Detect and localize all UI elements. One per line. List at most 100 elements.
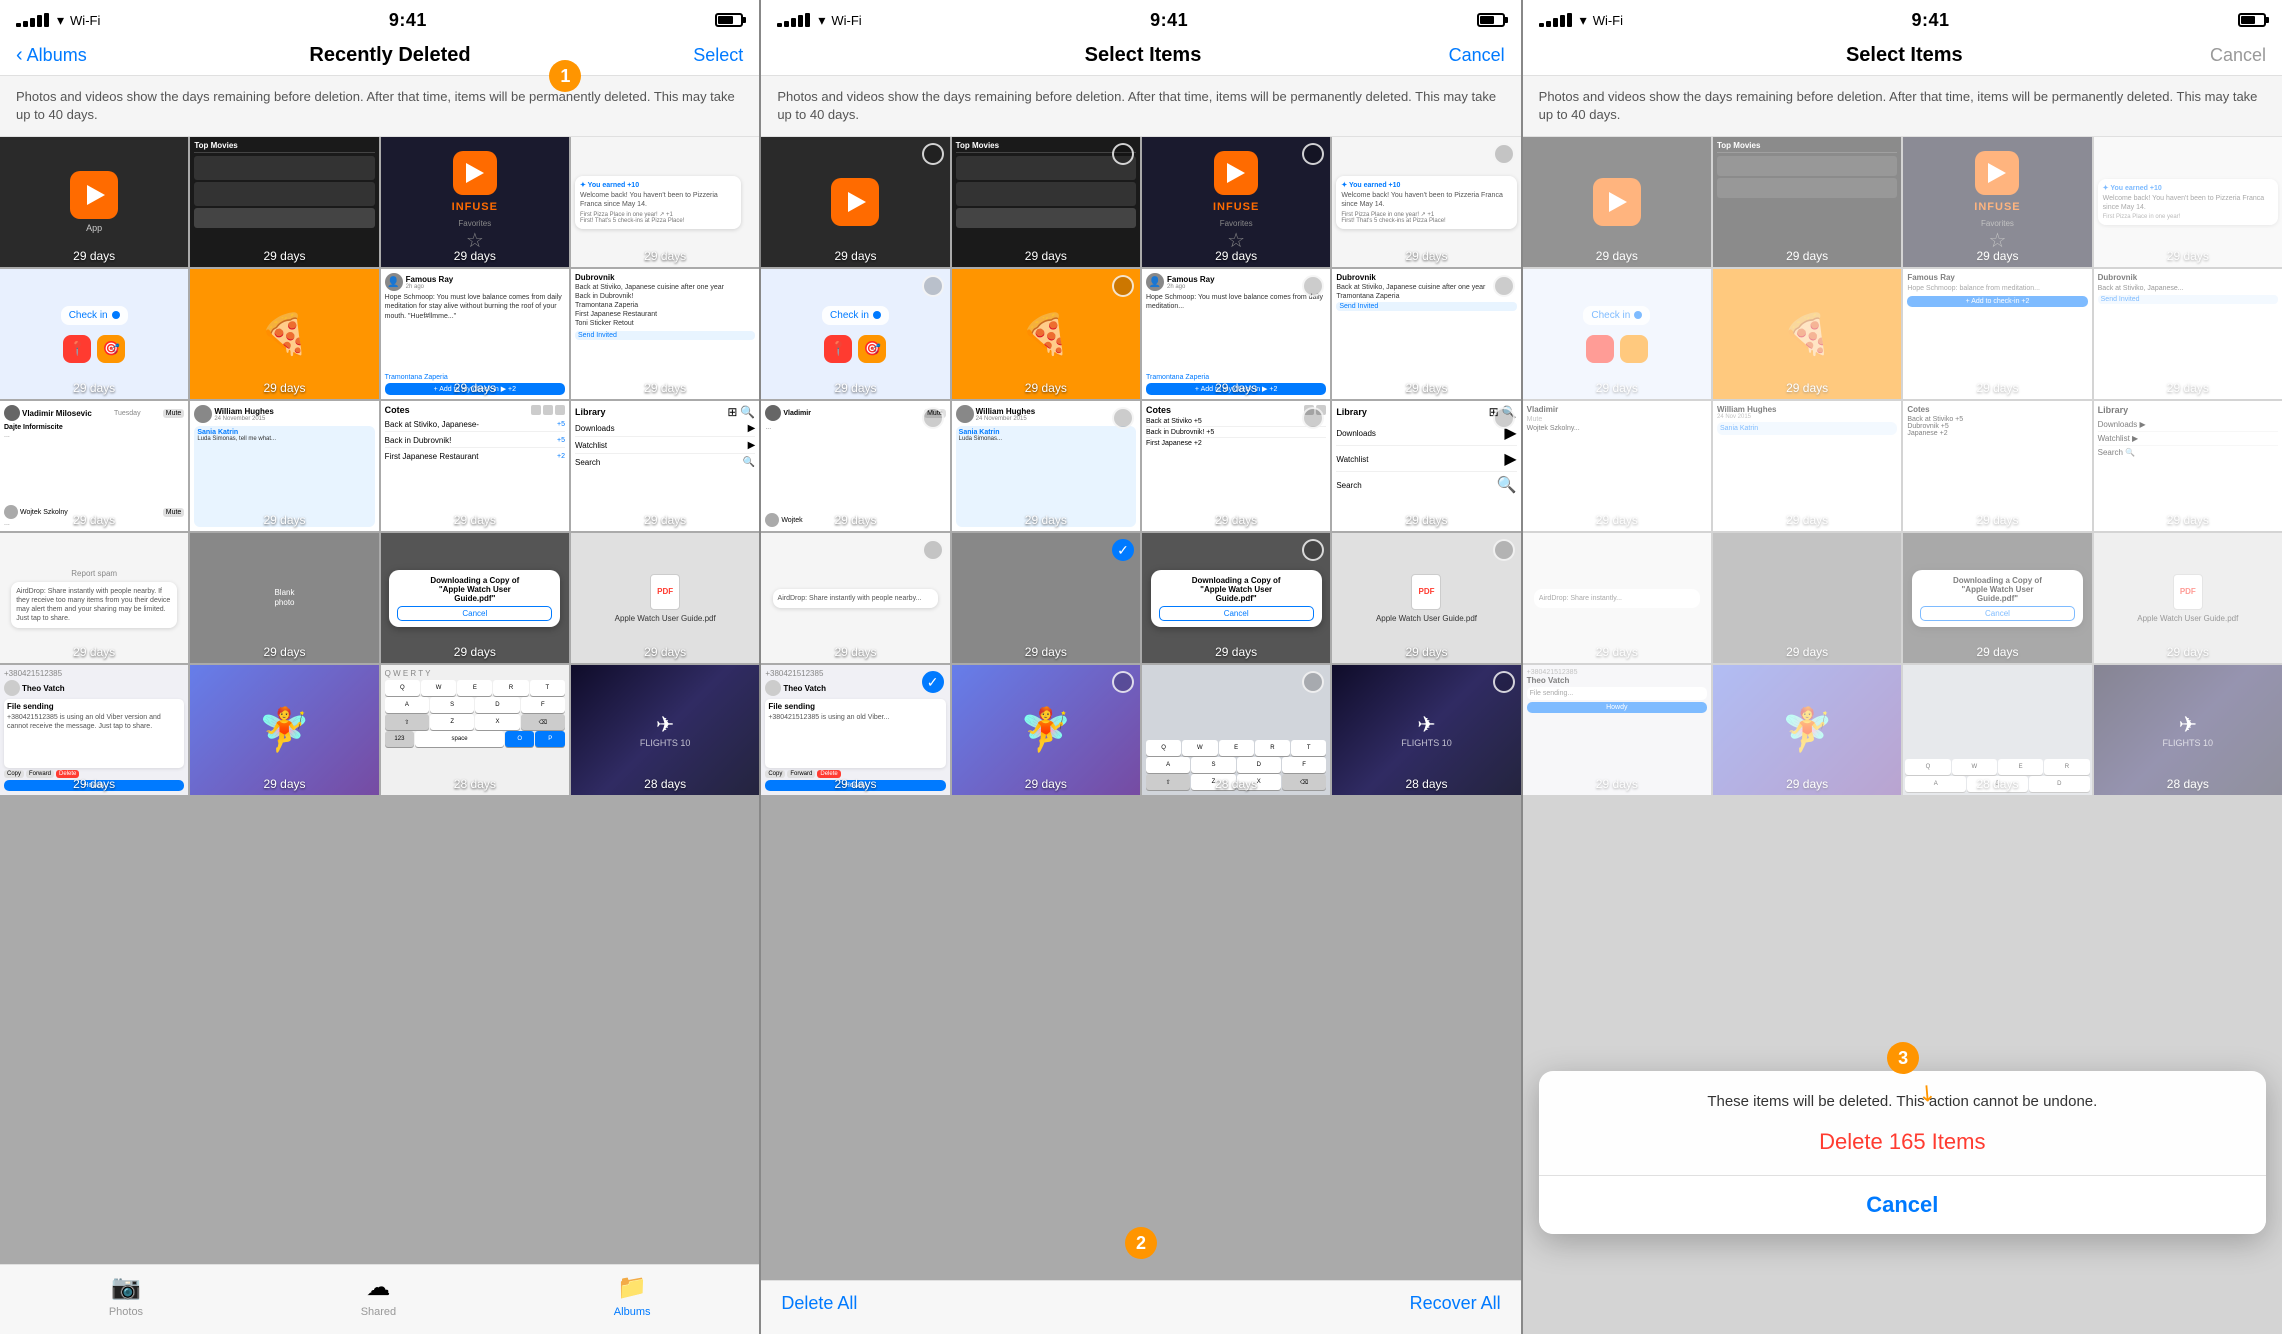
delete-all-button[interactable]: Delete All xyxy=(781,1293,857,1314)
photo-cell[interactable]: 🧚 29 days xyxy=(952,665,1140,795)
panel-3: ▾ Wi-Fi 9:41 Select Items Cancel Photos … xyxy=(1523,0,2282,1334)
photo-label: 29 days xyxy=(1142,381,1330,395)
photo-cell[interactable]: +380421512385 Theo Vatch File sending +3… xyxy=(761,665,949,795)
photo-cell[interactable]: Library ⊞ 🔍 Downloads ▶ Watchlist xyxy=(571,401,759,531)
photo-cell[interactable]: ✈FLIGHTS 10 28 days xyxy=(1332,665,1520,795)
photo-label: 29 days xyxy=(761,645,949,659)
select-circle xyxy=(1493,407,1515,429)
tab-shared[interactable]: ☁ Shared xyxy=(361,1273,396,1318)
photo-cell[interactable]: William Hughes 24 November 2015 Sania Ka… xyxy=(190,401,378,531)
photo-label: 29 days xyxy=(1713,513,1901,527)
photo-label: 29 days xyxy=(381,513,569,527)
photo-cell[interactable]: PDF Apple Watch User Guide.pdf 29 days xyxy=(1332,533,1520,663)
photo-cell[interactable]: Cotes Back at Stiviko, Japanese- +5 xyxy=(381,401,569,531)
photo-cell[interactable]: ✈ FLIGHTS 10 28 days xyxy=(571,665,759,795)
photo-cell[interactable]: Top Movies 29 days xyxy=(190,137,378,267)
signal-icon-3 xyxy=(1539,13,1572,27)
nav-title-2: Select Items xyxy=(1085,44,1202,67)
photo-label: 29 days xyxy=(381,249,569,263)
photo-cell[interactable]: William Hughes24 November 2015 Sania Kat… xyxy=(952,401,1140,531)
info-text-2: Photos and videos show the days remainin… xyxy=(761,76,1520,137)
photo-cell[interactable]: Vladimir Milosevic Tuesday Mute Dajte In… xyxy=(0,401,188,531)
photo-cell[interactable]: INFUSE Favorites☆ 29 days xyxy=(1142,137,1330,267)
photo-label: 29 days xyxy=(381,381,569,395)
photo-label: 29 days xyxy=(2094,645,2282,659)
status-time-2: 9:41 xyxy=(1150,10,1188,31)
photo-grid-1: App 29 days Top Movies 29 days xyxy=(0,137,759,1264)
photo-cell[interactable]: 🍕 29 days xyxy=(190,269,378,399)
checkin-badge: Check in xyxy=(61,306,128,325)
photo-cell[interactable]: Check in 📍 🎯 29 days xyxy=(0,269,188,399)
photo-cell[interactable]: App 29 days xyxy=(0,137,188,267)
alert-cancel-button[interactable]: Cancel xyxy=(1555,1192,2250,1218)
photo-cell[interactable]: +380421512385 Theo Vatch File sending +3… xyxy=(0,665,188,795)
delete-items-button[interactable]: Delete 165 Items xyxy=(1555,1129,2250,1155)
photo-cell[interactable]: Downloading a Copy of"Apple Watch UserGu… xyxy=(1142,533,1330,663)
photo-label: 29 days xyxy=(2094,249,2282,263)
photo-label: 28 days xyxy=(571,777,759,791)
photo-cell[interactable]: 🧚 29 days xyxy=(190,665,378,795)
photo-label: 29 days xyxy=(1332,381,1520,395)
photo-label: 29 days xyxy=(1523,645,1711,659)
photo-cell[interactable]: 👤 Famous Ray 2h ago Hope Schmoop: You mu… xyxy=(381,269,569,399)
photo-label: 29 days xyxy=(190,777,378,791)
select-circle xyxy=(1112,671,1134,693)
status-bar-2: ▾ Wi-Fi 9:41 xyxy=(761,0,1520,40)
photo-cell[interactable]: Cotes Back at Stiviko +5Back in Dubrovni… xyxy=(1142,401,1330,531)
wifi-icon: ▾ xyxy=(57,12,64,29)
photo-cell: Top Movies 29 days xyxy=(1713,137,1901,267)
photo-cell[interactable]: Top Movies 29 days xyxy=(952,137,1140,267)
wifi-label: Wi-Fi xyxy=(70,13,100,28)
nav-bar-2: Select Items Cancel xyxy=(761,40,1520,76)
cancel-button-3[interactable]: Cancel xyxy=(2210,45,2266,66)
select-circle xyxy=(922,275,944,297)
cancel-button-2[interactable]: Cancel xyxy=(1449,45,1505,66)
back-label-1[interactable]: Albums xyxy=(27,45,87,66)
tab-photos[interactable]: 📷 Photos xyxy=(109,1273,143,1318)
select-button-1[interactable]: Select xyxy=(693,45,743,66)
photo-cell[interactable]: PDF Apple Watch User Guide.pdf 29 days xyxy=(571,533,759,663)
photo-cell[interactable]: ✓ 29 days xyxy=(952,533,1140,663)
battery-icon-1 xyxy=(715,13,743,27)
select-circle xyxy=(922,539,944,561)
tab-albums[interactable]: 📁 Albums xyxy=(614,1273,651,1318)
photo-cell[interactable]: Blankphoto 29 days xyxy=(190,533,378,663)
recover-all-button[interactable]: Recover All xyxy=(1410,1293,1501,1314)
select-circle xyxy=(1112,275,1134,297)
photo-label: 29 days xyxy=(190,249,378,263)
photo-cell[interactable]: INFUSE Favorites ☆ 29 days xyxy=(381,137,569,267)
photo-label: 28 days xyxy=(1903,777,2091,791)
photo-cell[interactable]: Check in 📍 🎯 29 days xyxy=(761,269,949,399)
photo-cell[interactable]: Downloading a Copy of"Apple Watch UserGu… xyxy=(381,533,569,663)
photo-cell[interactable]: AirdDrop: Share instantly with people ne… xyxy=(761,533,949,663)
photo-label: 29 days xyxy=(761,777,949,791)
nav-title-3: Select Items xyxy=(1846,44,1963,67)
photo-cell[interactable]: 29 days xyxy=(761,137,949,267)
nav-bar-3: Select Items Cancel xyxy=(1523,40,2282,76)
photo-label: 29 days xyxy=(571,381,759,395)
photo-cell[interactable]: ✦ You earned +10 Welcome back! You haven… xyxy=(571,137,759,267)
photo-cell[interactable]: Dubrovnik Back at Stiviko, Japanese cuis… xyxy=(571,269,759,399)
photo-cell[interactable]: ✦ You earned +10 Welcome back! You haven… xyxy=(1332,137,1520,267)
photo-label: 29 days xyxy=(190,513,378,527)
alert-dialog: These items will be deleted. This action… xyxy=(1539,1071,2266,1235)
photo-label: 29 days xyxy=(952,777,1140,791)
battery-icon-2 xyxy=(1477,13,1505,27)
photo-cell[interactable]: QWERT ASDF ⇧ZX⌫ 28 days xyxy=(1142,665,1330,795)
alert-content: These items will be deleted. This action… xyxy=(1539,1071,2266,1176)
photo-cell[interactable]: 🍕 29 days xyxy=(952,269,1140,399)
info-text-3: Photos and videos show the days remainin… xyxy=(1523,76,2282,137)
photo-cell[interactable]: Library⊞🔍 Downloads▶Watchlist▶Search🔍 29… xyxy=(1332,401,1520,531)
photo-cell[interactable]: Dubrovnik Back at Stiviko, Japanese cuis… xyxy=(1332,269,1520,399)
photo-label: 28 days xyxy=(1332,777,1520,791)
photo-cell[interactable]: Q W E R T Y Q W E R T A S D F xyxy=(381,665,569,795)
photos-label: Photos xyxy=(109,1306,143,1318)
photo-label: 29 days xyxy=(0,381,188,395)
bottom-bar-1: 📷 Photos ☁ Shared 📁 Albums xyxy=(0,1264,759,1334)
photo-cell[interactable]: Vladimir Mute ... Wojtek 29 days xyxy=(761,401,949,531)
photo-cell[interactable]: Report spam AirdDrop: Share instantly wi… xyxy=(0,533,188,663)
photo-cell[interactable]: 👤 Famous Ray2h ago Hope Schmoop: You mus… xyxy=(1142,269,1330,399)
photo-label: 29 days xyxy=(1523,513,1711,527)
back-button-1[interactable]: ‹ Albums xyxy=(16,44,87,67)
photo-label: 29 days xyxy=(190,645,378,659)
